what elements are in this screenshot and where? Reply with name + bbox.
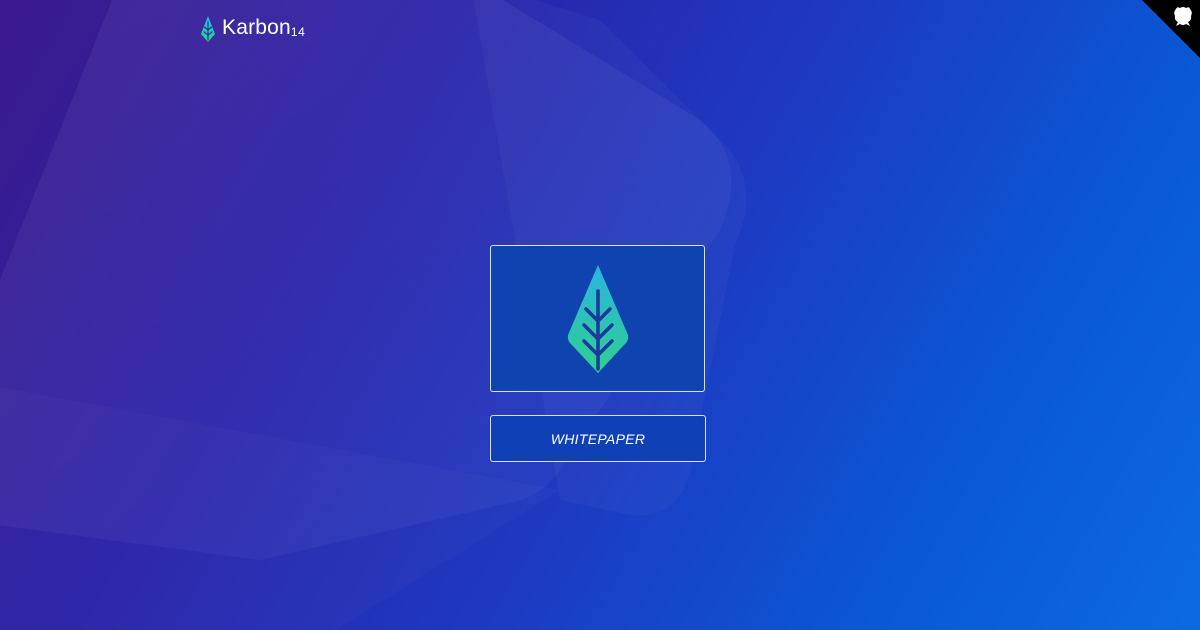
- whitepaper-button[interactable]: WHITEPAPER: [490, 415, 706, 462]
- brand-name: Karbon14: [222, 16, 306, 39]
- leaf-icon: [201, 16, 215, 42]
- leaf-card: [490, 245, 705, 392]
- leaf-icon: [567, 264, 628, 373]
- brand-logo[interactable]: Karbon14: [200, 14, 305, 44]
- brand-suffix: 14: [290, 25, 306, 39]
- github-corner[interactable]: [1142, 0, 1200, 58]
